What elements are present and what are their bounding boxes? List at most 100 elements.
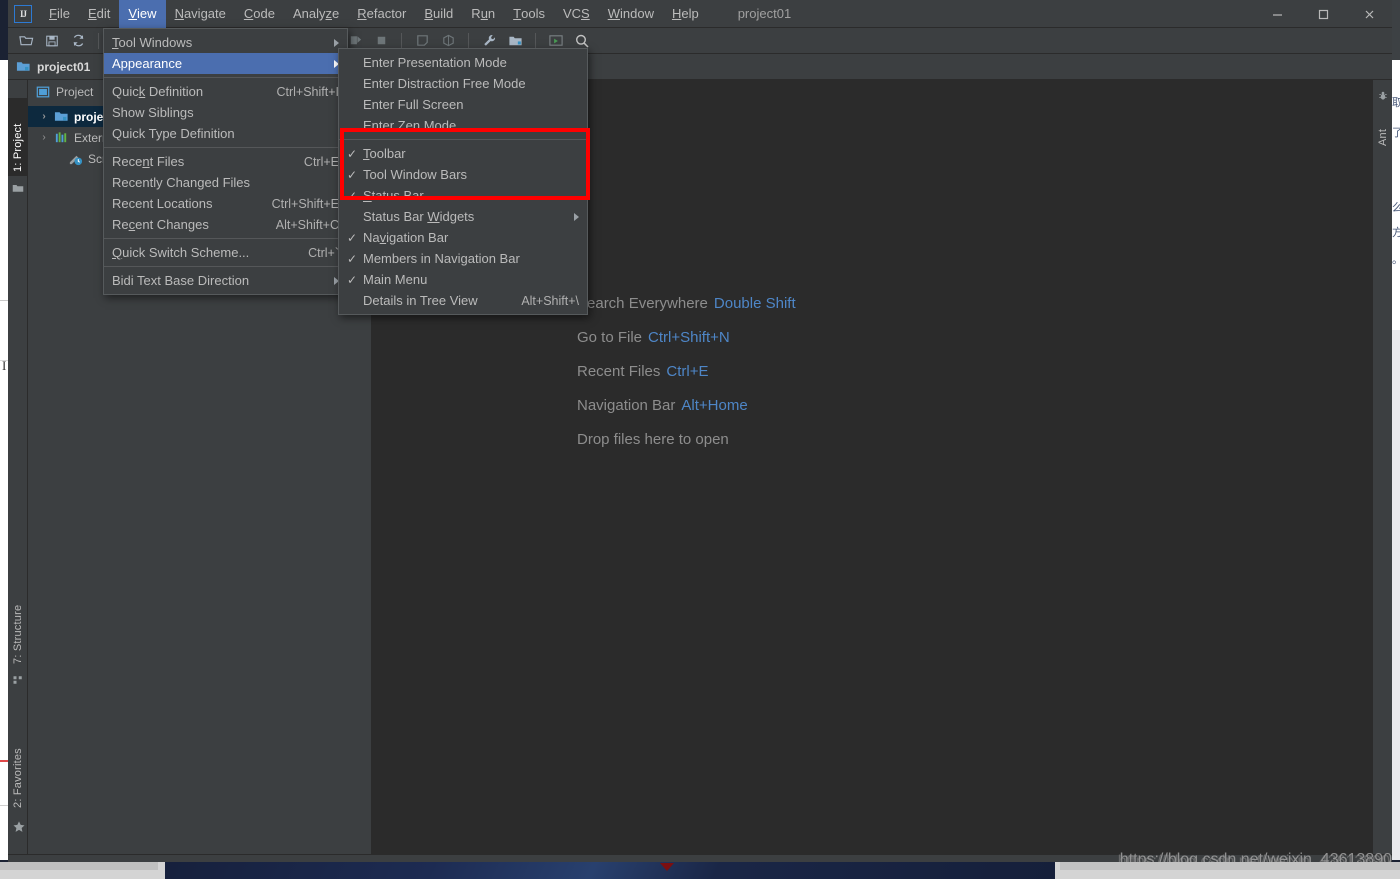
intellij-logo-icon: IJ	[14, 4, 32, 23]
menu-item-status-bar-widgets[interactable]: Status Bar Widgets	[339, 206, 587, 227]
background-cjk-text: 取	[1392, 96, 1400, 109]
windows-taskbar[interactable]	[0, 862, 1400, 879]
tree-expand-arrow[interactable]: ›	[38, 111, 50, 122]
project-pane-title: Project	[56, 85, 94, 99]
menu-code[interactable]: Code	[235, 0, 284, 28]
menu-item-enter-zen-mode[interactable]: Enter Zen Mode	[339, 115, 587, 136]
menu-item-label: Recently Changed Files	[112, 175, 251, 190]
window-title: project01	[737, 6, 792, 21]
minimize-button[interactable]	[1254, 0, 1300, 28]
right-tool-window-bar[interactable]: Ant	[1372, 80, 1392, 854]
welcome-hint-action: Drop files here to open	[577, 431, 729, 448]
background-cjk-text: 。	[1392, 252, 1400, 269]
navbar-project-label[interactable]: project01	[37, 60, 90, 74]
title-bar: IJ File Edit View Navigate Code Analy z e Refact…	[8, 0, 1392, 28]
view-dropdown-menu[interactable]: Tool Windows Appearance Quick Definition Ct…	[103, 28, 348, 295]
menu-item-recent-files[interactable]: Recent Files Ctrl+E	[104, 151, 347, 172]
desktop-wallpaper	[165, 862, 1055, 879]
welcome-hint-shortcut: Ctrl+Shift+N	[648, 329, 730, 346]
ant-icon	[1379, 91, 1387, 100]
save-all-icon[interactable]	[40, 30, 64, 52]
menu-item-recently-changed-files[interactable]: Recently Changed Files	[104, 172, 347, 193]
menu-separator	[104, 266, 347, 267]
toolbar-separator	[401, 32, 402, 49]
menu-item-recent-changes[interactable]: Recent Changes Alt+Shift+C	[104, 214, 347, 235]
welcome-hint-shortcut: Alt+Home	[681, 397, 748, 414]
welcome-hint-action: Navigation Bar	[577, 397, 676, 414]
menu-item-label: Quick Type Definition	[112, 126, 235, 141]
menu-item-details-in-tree-view[interactable]: Details in Tree View Alt+Shift+\	[339, 290, 587, 311]
menu-item-label: Tool Windows	[112, 35, 193, 50]
sidebar-item-project[interactable]: 1: Project	[8, 98, 28, 176]
taskbar-right-window-top	[1060, 862, 1400, 870]
checkmark-icon: ✓	[347, 167, 358, 182]
appearance-submenu[interactable]: Enter Presentation Mode Enter Distraction…	[338, 48, 588, 315]
sidebar-item-structure[interactable]: 7: Structure	[8, 576, 28, 668]
menu-item-quick-type-definition[interactable]: Quick Type Definition	[104, 123, 347, 144]
welcome-hint-shortcut: Double Shift	[713, 295, 796, 312]
menu-item-recent-locations[interactable]: Recent Locations Ctrl+Shift+E	[104, 193, 347, 214]
submenu-arrow-icon	[334, 38, 339, 47]
intellij-idea-window: IJ File Edit View Navigate Code Analy z e Refact…	[8, 0, 1392, 879]
menu-item-tool-window-bars[interactable]: ✓ Tool Window Bars	[339, 164, 587, 185]
menu-build[interactable]: Build	[415, 0, 462, 28]
menu-help[interactable]: Help	[663, 0, 708, 28]
checkmark-icon: ✓	[347, 188, 358, 203]
menu-item-quick-definition[interactable]: Quick Definition Ctrl+Shift+I	[104, 81, 347, 102]
menu-item-status-bar[interactable]: ✓ Status Bar	[339, 185, 587, 206]
menu-analyze[interactable]: Analy z e	[284, 0, 348, 28]
welcome-hint-row: Search Everywhere Double Shift	[577, 295, 796, 312]
main-menu-bar[interactable]: File Edit View Navigate Code Analy z e Refactor B…	[40, 0, 708, 28]
taskbar-marker-icon	[660, 863, 674, 871]
menu-tools[interactable]: Tools	[504, 0, 554, 28]
background-cjk-text: 了	[1392, 126, 1400, 139]
module-folder-icon	[16, 62, 30, 71]
menu-item-navigation-bar[interactable]: ✓ Navigation Bar	[339, 227, 587, 248]
menu-refactor[interactable]: Refactor	[348, 0, 415, 28]
menu-item-main-menu[interactable]: ✓ Main Menu	[339, 269, 587, 290]
menu-item-label: Status Bar	[363, 188, 424, 203]
menu-run[interactable]: Run	[462, 0, 504, 28]
menu-item-show-siblings[interactable]: Show Siblings	[104, 102, 347, 123]
menu-item-enter-presentation-mode[interactable]: Enter Presentation Mode	[339, 52, 587, 73]
star-icon	[13, 821, 25, 832]
welcome-hint-row: Recent Files Ctrl+E	[577, 363, 796, 380]
menu-item-shortcut: Ctrl+Shift+I	[276, 84, 339, 99]
menu-item-tool-windows[interactable]: Tool Windows	[104, 32, 347, 53]
menu-item-toolbar[interactable]: ✓ Toolbar	[339, 143, 587, 164]
welcome-hint-row: Go to File Ctrl+Shift+N	[577, 329, 796, 346]
menu-window[interactable]: Window	[599, 0, 663, 28]
menu-navigate[interactable]: Navigate	[166, 0, 235, 28]
menu-view[interactable]: View	[119, 0, 166, 28]
sidebar-item-favorites[interactable]: 2: Favorites	[8, 720, 28, 812]
toolbar-separator	[468, 32, 469, 49]
toolbar-separator	[535, 32, 536, 49]
checkmark-icon: ✓	[347, 230, 358, 245]
menu-vcs[interactable]: VC S	[554, 0, 599, 28]
menu-item-enter-distraction-free-mode[interactable]: Enter Distraction Free Mode	[339, 73, 587, 94]
menu-file[interactable]: File	[40, 0, 79, 28]
maximize-button[interactable]	[1300, 0, 1346, 28]
menu-item-quick-switch-scheme[interactable]: Quick Switch Scheme... Ctrl+`	[104, 242, 347, 263]
background-cjk-text: 么	[1392, 201, 1400, 214]
rail-label-ant: Ant	[1377, 128, 1389, 146]
menu-item-enter-full-screen[interactable]: Enter Full Screen	[339, 94, 587, 115]
open-folder-icon[interactable]	[14, 30, 38, 52]
welcome-hint-row: Navigation Bar Alt+Home	[577, 397, 796, 414]
menu-item-appearance[interactable]: Appearance	[104, 53, 347, 74]
sync-icon[interactable]	[66, 30, 90, 52]
menu-edit[interactable]: Edit	[79, 0, 119, 28]
window-controls[interactable]	[1254, 0, 1392, 28]
scratches-icon	[68, 151, 84, 167]
menu-item-label: Navigation Bar	[363, 230, 449, 245]
close-button[interactable]	[1346, 0, 1392, 28]
menu-item-label: Show Siblings	[112, 105, 194, 120]
menu-item-shortcut: Alt+Shift+\	[521, 293, 579, 308]
sidebar-item-ant[interactable]: Ant	[1373, 106, 1393, 150]
left-tool-window-bar[interactable]: 1: Project 7: Structure 2: Favorites	[8, 80, 28, 854]
menu-item-label: Bidi Text Base Direction	[112, 273, 250, 288]
menu-item-bidi-text-base-direction[interactable]: Bidi Text Base Direction	[104, 270, 347, 291]
tree-expand-arrow[interactable]: ›	[38, 132, 50, 143]
menu-item-label: Quick Definition	[112, 84, 204, 99]
menu-item-members-in-navigation-bar[interactable]: ✓ Members in Navigation Bar	[339, 248, 587, 269]
